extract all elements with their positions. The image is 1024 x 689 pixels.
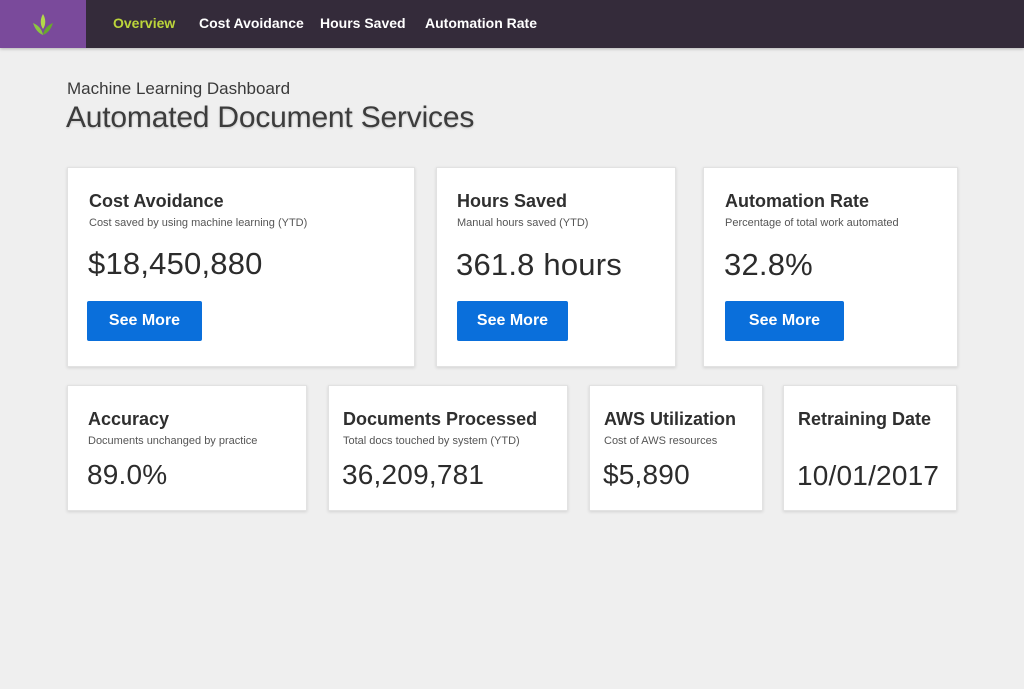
card-description: Cost of AWS resources bbox=[604, 435, 718, 447]
automation-rate-card: Automation Rate Percentage of total work… bbox=[703, 167, 958, 367]
nav-item-cost-avoidance[interactable]: Cost Avoidance bbox=[199, 0, 304, 48]
card-title: Automation Rate bbox=[725, 191, 869, 211]
cost-avoidance-see-more-button[interactable]: See More bbox=[87, 301, 202, 341]
card-value: $18,450,880 bbox=[88, 246, 263, 281]
card-value: $5,890 bbox=[603, 459, 690, 490]
page-subtitle: Machine Learning Dashboard bbox=[67, 79, 291, 98]
top-navbar: Overview Cost Avoidance Hours Saved Auto… bbox=[0, 0, 1024, 48]
card-value: 10/01/2017 bbox=[797, 460, 940, 491]
card-title: Cost Avoidance bbox=[89, 191, 224, 211]
card-value: 89.0% bbox=[87, 459, 168, 490]
card-description: Percentage of total work automated bbox=[725, 217, 899, 229]
card-description: Documents unchanged by practice bbox=[88, 435, 258, 447]
card-title: AWS Utilization bbox=[604, 409, 736, 429]
automation-rate-see-more-button[interactable]: See More bbox=[725, 301, 844, 341]
aws-utilization-card: AWS Utilization Cost of AWS resources $5… bbox=[589, 385, 763, 511]
logo[interactable] bbox=[0, 0, 86, 48]
page-title: Automated Document Services bbox=[66, 101, 475, 134]
card-description: Cost saved by using machine learning (YT… bbox=[89, 217, 308, 229]
card-description: Total docs touched by system (YTD) bbox=[343, 435, 520, 447]
hours-saved-see-more-button[interactable]: See More bbox=[457, 301, 568, 341]
documents-processed-card: Documents Processed Total docs touched b… bbox=[328, 385, 568, 511]
nav-item-overview[interactable]: Overview bbox=[113, 0, 175, 48]
retraining-date-card: Retraining Date 10/01/2017 bbox=[783, 385, 957, 511]
card-value: 32.8% bbox=[724, 247, 813, 282]
card-title: Accuracy bbox=[88, 409, 170, 429]
card-title: Documents Processed bbox=[343, 409, 538, 429]
card-description: Manual hours saved (YTD) bbox=[457, 217, 589, 229]
sprout-icon bbox=[33, 14, 53, 35]
hours-saved-card: Hours Saved Manual hours saved (YTD) 361… bbox=[436, 167, 676, 367]
cost-avoidance-card: Cost Avoidance Cost saved by using machi… bbox=[67, 167, 415, 367]
nav-item-automation-rate[interactable]: Automation Rate bbox=[425, 0, 537, 48]
nav-item-hours-saved[interactable]: Hours Saved bbox=[320, 0, 406, 48]
card-value: 361.8 hours bbox=[456, 247, 622, 282]
card-value: 36,209,781 bbox=[342, 459, 485, 490]
card-title: Retraining Date bbox=[798, 409, 932, 429]
accuracy-card: Accuracy Documents unchanged by practice… bbox=[67, 385, 307, 511]
card-title: Hours Saved bbox=[457, 191, 568, 211]
